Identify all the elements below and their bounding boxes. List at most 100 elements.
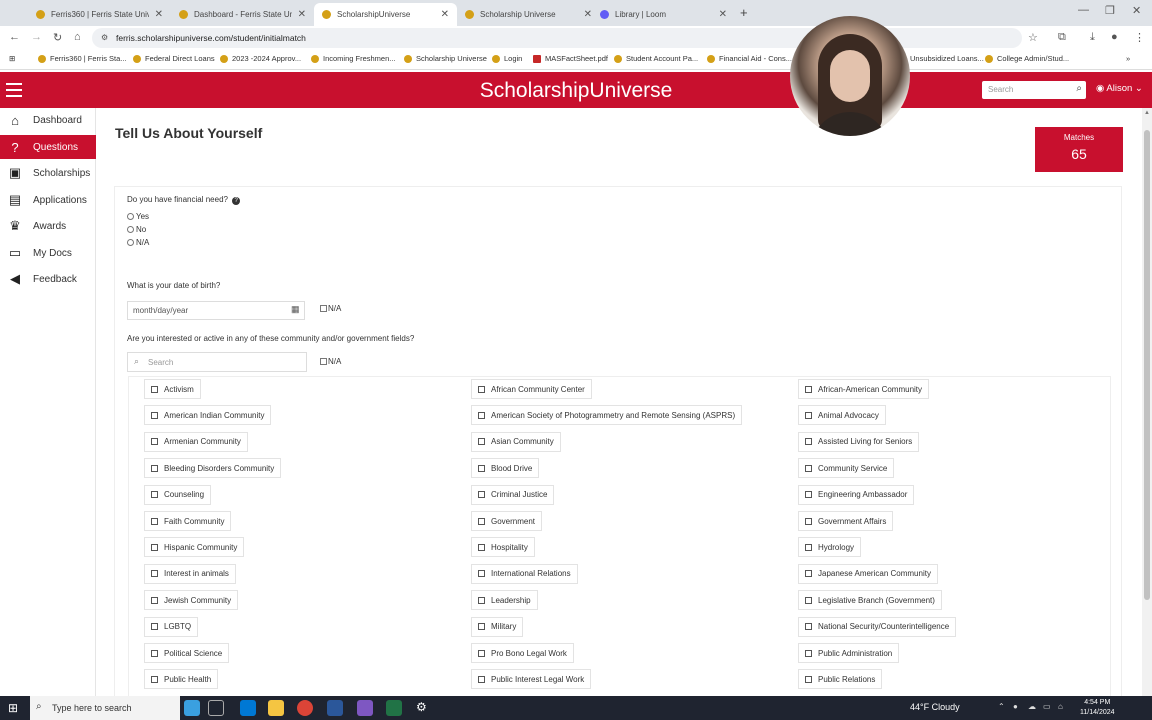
- checkbox-box[interactable]: [805, 596, 812, 604]
- sidebar-item-scholarships[interactable]: ▣ Scholarships: [0, 161, 96, 185]
- settings-icon[interactable]: ⚙: [416, 700, 432, 716]
- checkbox-box[interactable]: [805, 411, 812, 419]
- community-option[interactable]: Animal Advocacy: [798, 405, 886, 426]
- community-option[interactable]: National Security/Counterintelligence: [798, 616, 957, 637]
- checkbox-box[interactable]: [805, 517, 812, 525]
- browser-menu-icon[interactable]: ⋮: [1134, 31, 1145, 44]
- forward-icon[interactable]: →: [31, 31, 42, 43]
- checkbox-box[interactable]: [478, 411, 485, 419]
- community-option[interactable]: Activism: [144, 379, 201, 399]
- outlook-icon[interactable]: [240, 700, 256, 716]
- home-icon[interactable]: ⌂: [74, 31, 81, 43]
- calendar-icon[interactable]: ▦: [291, 304, 300, 315]
- sidebar-item-applications[interactable]: ▤ Applications: [0, 188, 96, 212]
- checkbox-box[interactable]: [805, 438, 812, 446]
- checkbox-box[interactable]: [478, 438, 485, 446]
- community-option[interactable]: Government: [471, 511, 543, 531]
- download-icon[interactable]: ⤓: [1090, 31, 1095, 44]
- community-option[interactable]: Government Affairs: [798, 511, 894, 531]
- header-search-input[interactable]: Search ⌕: [982, 81, 1086, 99]
- community-option[interactable]: American Society of Photogrammetry and R…: [471, 405, 743, 426]
- community-option[interactable]: Community Service: [798, 458, 895, 479]
- bookmark-item[interactable]: College Admin/Stud...: [985, 54, 1069, 63]
- sidebar-item-feedback[interactable]: ◀ Feedback: [0, 267, 96, 291]
- community-option[interactable]: Public Interest Legal Work: [471, 669, 592, 690]
- browser-tab-0[interactable]: Ferris360 | Ferris State Univers ✕: [28, 3, 171, 26]
- bookmark-item[interactable]: Student Account Pa...: [614, 54, 698, 63]
- widget-icon[interactable]: [184, 700, 200, 716]
- community-option[interactable]: Public Health: [144, 669, 219, 690]
- community-option[interactable]: Hospitality: [471, 537, 535, 558]
- checkbox-box[interactable]: [151, 570, 158, 578]
- checkbox-box[interactable]: [151, 596, 158, 604]
- cloud-icon[interactable]: ☁: [1028, 702, 1036, 711]
- community-option[interactable]: Interest in animals: [144, 563, 236, 584]
- community-option[interactable]: Military: [471, 616, 524, 637]
- close-tab-icon[interactable]: ✕: [298, 9, 306, 20]
- checkbox-box[interactable]: [151, 464, 158, 472]
- mic-icon[interactable]: ●: [1013, 702, 1018, 711]
- checkbox-box[interactable]: [320, 305, 327, 312]
- checkbox-box[interactable]: [478, 649, 485, 657]
- checkbox-box[interactable]: [320, 358, 327, 365]
- task-view-icon[interactable]: [208, 700, 224, 716]
- bookmark-item[interactable]: Scholarship Universe: [404, 54, 487, 63]
- bookmark-star-icon[interactable]: ☆: [1028, 31, 1038, 44]
- page-scrollbar[interactable]: ▲: [1142, 108, 1152, 696]
- checkbox-box[interactable]: [151, 411, 158, 419]
- sidebar-item-awards[interactable]: ♛ Awards: [0, 214, 96, 238]
- checkbox-box[interactable]: [478, 543, 485, 551]
- checkbox-box[interactable]: [805, 543, 812, 551]
- checkbox-box[interactable]: [478, 570, 485, 578]
- community-option[interactable]: Hispanic Community: [144, 537, 245, 558]
- community-option[interactable]: Leadership: [471, 590, 538, 611]
- checkbox-box[interactable]: [478, 491, 485, 499]
- sidebar-item-dashboard[interactable]: ⌂ Dashboard: [0, 108, 96, 132]
- more-bookmarks-icon[interactable]: »: [1126, 54, 1130, 63]
- checkbox-box[interactable]: [478, 464, 485, 472]
- extensions-icon[interactable]: ⧉: [1058, 31, 1066, 44]
- community-option[interactable]: Hydrology: [798, 537, 862, 558]
- site-info-icon[interactable]: ⚙: [101, 33, 108, 42]
- browser-tab-2[interactable]: ScholarshipUniverse ✕: [314, 3, 457, 26]
- bookmark-item[interactable]: Ferris360 | Ferris Sta...: [38, 54, 127, 63]
- close-tab-icon[interactable]: ✕: [719, 9, 727, 20]
- community-option[interactable]: African Community Center: [471, 379, 592, 399]
- scrollbar-thumb[interactable]: [1144, 130, 1150, 600]
- back-icon[interactable]: ←: [9, 31, 20, 43]
- bookmark-item[interactable]: Unsubsidized Loans...: [910, 54, 984, 63]
- chrome-icon[interactable]: [297, 700, 313, 716]
- close-tab-icon[interactable]: ✕: [155, 9, 163, 20]
- checkbox-box[interactable]: [151, 543, 158, 551]
- community-option[interactable]: Assisted Living for Seniors: [798, 431, 920, 452]
- community-option[interactable]: Public Administration: [798, 643, 900, 663]
- community-option[interactable]: Counseling: [144, 484, 212, 505]
- sidebar-item-my-docs[interactable]: ▭ My Docs: [0, 241, 96, 265]
- search-icon[interactable]: ⌕: [1076, 83, 1082, 94]
- checkbox-box[interactable]: [151, 385, 158, 393]
- close-tab-icon[interactable]: ✕: [441, 9, 449, 20]
- checkbox-box[interactable]: [151, 517, 158, 525]
- community-search-input[interactable]: ⌕ Search: [127, 352, 307, 372]
- community-option[interactable]: Political Science: [144, 643, 230, 663]
- weather-widget[interactable]: 44°F Cloudy: [910, 702, 960, 712]
- checkbox-box[interactable]: [151, 623, 158, 631]
- app-icon[interactable]: [357, 700, 373, 716]
- checkbox-box[interactable]: [805, 464, 812, 472]
- network-icon[interactable]: ⌂: [1058, 702, 1063, 711]
- bookmark-item[interactable]: Financial Aid - Cons...: [707, 54, 792, 63]
- checkbox-box[interactable]: [805, 649, 812, 657]
- dob-field[interactable]: month/day/year: [127, 301, 305, 320]
- windows-start-icon[interactable]: ⊞: [8, 701, 18, 715]
- bookmark-item[interactable]: Login: [492, 54, 522, 63]
- sidebar-item-questions[interactable]: ? Questions: [0, 135, 96, 159]
- word-icon[interactable]: [327, 700, 343, 716]
- radio-no[interactable]: No: [127, 225, 146, 234]
- checkbox-box[interactable]: [805, 385, 812, 393]
- community-option[interactable]: Bleeding Disorders Community: [144, 458, 282, 479]
- community-option[interactable]: Legislative Branch (Government): [798, 590, 942, 611]
- community-option[interactable]: Criminal Justice: [471, 484, 555, 505]
- checkbox-box[interactable]: [478, 623, 485, 631]
- radio-yes[interactable]: Yes: [127, 212, 149, 221]
- battery-icon[interactable]: ▭: [1043, 702, 1051, 711]
